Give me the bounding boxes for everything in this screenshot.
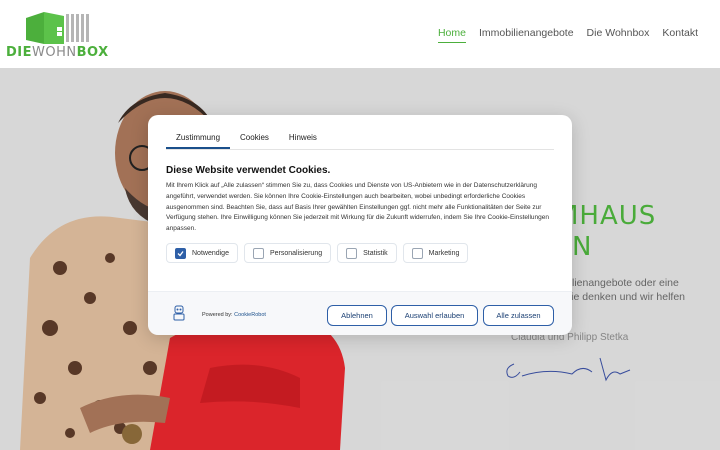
consent-categories: Notwendige Personalisierung Statistik Ma… bbox=[166, 243, 469, 263]
consent-text: Mit Ihrem Klick auf „Alle zulassen“ stim… bbox=[166, 182, 549, 233]
powered-by: Powered by: CookieRobot bbox=[202, 312, 266, 318]
category-label: Personalisierung bbox=[269, 249, 323, 257]
category-statistik[interactable]: Statistik bbox=[337, 243, 397, 263]
logo-wordmark: DIEWOHNBOX bbox=[6, 45, 109, 60]
house-logo-icon bbox=[26, 12, 89, 44]
allow-selection-button[interactable]: Auswahl erlauben bbox=[391, 305, 478, 326]
checkbox-icon bbox=[411, 247, 423, 259]
checkbox-checked-icon bbox=[175, 247, 186, 259]
logo-part-box: BOX bbox=[76, 45, 109, 60]
nav-kontakt[interactable]: Kontakt bbox=[662, 27, 698, 43]
tab-cookies[interactable]: Cookies bbox=[230, 127, 279, 149]
consent-footer: Powered by: CookieRobot Ablehnen Auswahl… bbox=[148, 291, 572, 335]
nav-home[interactable]: Home bbox=[437, 27, 466, 43]
checkbox-icon bbox=[346, 247, 358, 259]
cookierobot-link[interactable]: CookieRobot bbox=[234, 312, 266, 318]
nav-die-wohnbox[interactable]: Die Wohnbox bbox=[587, 27, 650, 43]
cookierobot-logo-icon bbox=[173, 305, 185, 321]
powered-by-label: Powered by: bbox=[202, 312, 233, 318]
logo-part-wohn: WOHN bbox=[32, 45, 77, 60]
checkbox-icon bbox=[252, 247, 264, 259]
site-header: DIEWOHNBOX Home Immobilienangebote Die W… bbox=[0, 0, 720, 68]
tab-hinweis[interactable]: Hinweis bbox=[279, 127, 327, 149]
consent-tabs: Zustimmung Cookies Hinweis bbox=[166, 127, 554, 150]
consent-title: Diese Website verwendet Cookies. bbox=[166, 165, 331, 176]
nav-immobilienangebote[interactable]: Immobilienangebote bbox=[479, 27, 574, 43]
category-personalisierung[interactable]: Personalisierung bbox=[243, 243, 332, 263]
allow-all-button[interactable]: Alle zulassen bbox=[483, 305, 554, 326]
site-logo[interactable]: DIEWOHNBOX bbox=[6, 10, 109, 60]
category-notwendige[interactable]: Notwendige bbox=[166, 243, 238, 263]
decline-button[interactable]: Ablehnen bbox=[327, 305, 387, 326]
main-nav: Home Immobilienangebote Die Wohnbox Kont… bbox=[437, 27, 698, 43]
category-label: Notwendige bbox=[192, 249, 229, 257]
category-label: Marketing bbox=[428, 249, 460, 257]
category-label: Statistik bbox=[363, 249, 388, 257]
category-marketing[interactable]: Marketing bbox=[402, 243, 469, 263]
logo-part-die: DIE bbox=[6, 45, 33, 60]
tab-zustimmung[interactable]: Zustimmung bbox=[166, 127, 231, 149]
cookie-consent-dialog: Zustimmung Cookies Hinweis Diese Website… bbox=[148, 115, 572, 335]
